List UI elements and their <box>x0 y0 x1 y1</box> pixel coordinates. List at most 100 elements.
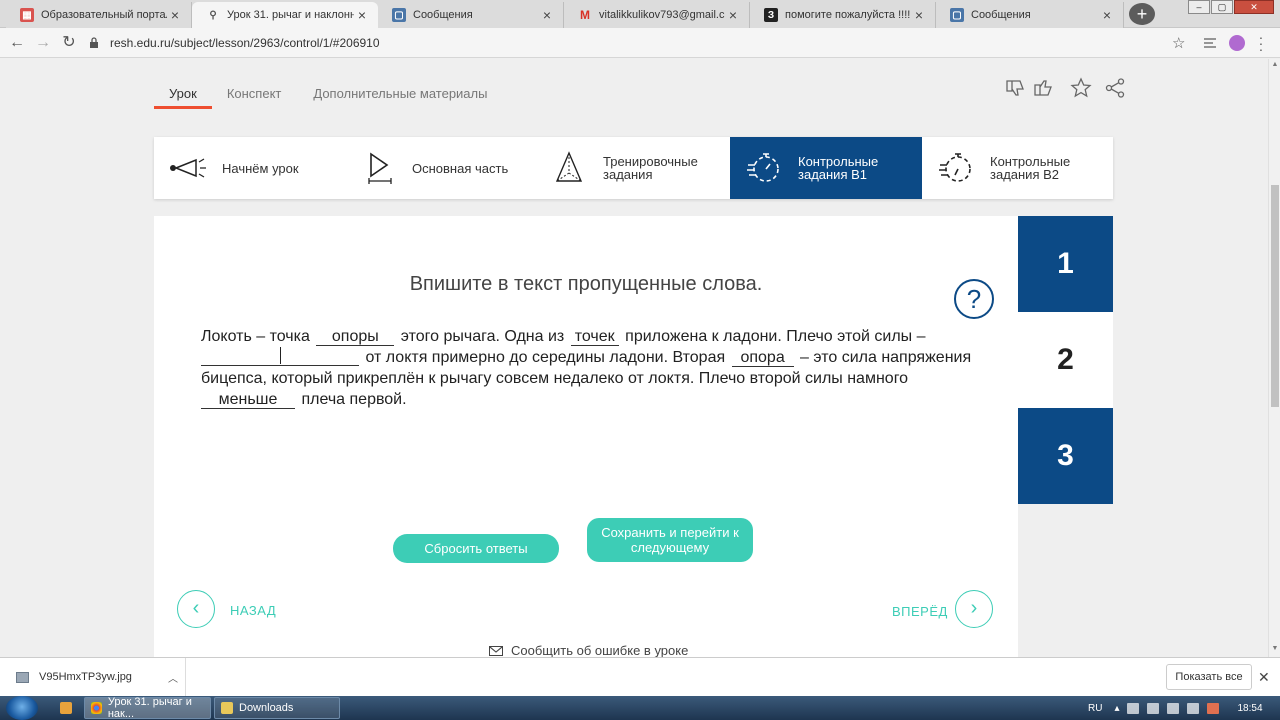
lesson-tabs: Урок Конспект Дополнительные материалы <box>154 84 519 109</box>
help-button[interactable]: ? <box>954 279 994 319</box>
section-label: Тренировочные задания <box>603 154 698 182</box>
text-segment: этого рычага. Одна из <box>400 328 565 345</box>
scroll-up-icon[interactable]: ▲ <box>1270 61 1280 68</box>
answer-field-4[interactable]: опора <box>731 348 794 367</box>
browser-tab-title: Урок 31. рычаг и наклонная п <box>227 9 354 21</box>
clock[interactable]: 18:54 <box>1237 703 1262 714</box>
browser-tab-1[interactable]: ▦ Образовательный портал на б × <box>6 2 192 28</box>
question-number-2[interactable]: 2 <box>1018 312 1113 408</box>
media-icon <box>60 702 72 714</box>
taskbar-app-label: Downloads <box>239 702 294 714</box>
media-player-icon[interactable] <box>56 697 78 719</box>
answer-field-3[interactable] <box>201 347 359 366</box>
forward-link[interactable]: ВПЕРЁД <box>892 604 948 619</box>
download-bar: V95HmxTP3yw.jpg ︿ Показать все ✕ <box>0 657 1280 696</box>
section-control-b2[interactable]: Контрольные задания В2 <box>922 137 1113 199</box>
section-nav: Начнём урок Основная часть Тренировочные… <box>154 137 1113 199</box>
report-error-link[interactable]: Сообщить об ошибке в уроке <box>489 643 688 657</box>
taskbar-app-downloads[interactable]: Downloads <box>214 697 340 719</box>
reload-icon[interactable]: ↻ <box>60 34 78 52</box>
flag-icon[interactable] <box>1147 702 1160 714</box>
close-icon[interactable]: × <box>354 7 370 23</box>
back-circle-icon[interactable]: ‹ <box>177 590 215 628</box>
folder-icon <box>221 702 233 714</box>
section-label: Контрольные задания В1 <box>798 154 879 182</box>
stopwatch-icon <box>936 151 976 185</box>
text-segment: плеча первой. <box>301 391 407 408</box>
reset-answers-button[interactable]: Сбросить ответы <box>393 534 559 563</box>
back-link[interactable]: НАЗАД <box>230 603 276 618</box>
pyramid-icon <box>549 151 589 185</box>
language-indicator[interactable]: RU <box>1088 703 1102 714</box>
forward-circle-icon[interactable]: › <box>955 590 993 628</box>
znanija-icon: З <box>764 8 778 22</box>
scroll-thumb[interactable] <box>1271 185 1279 407</box>
section-training[interactable]: Тренировочные задания <box>535 137 730 199</box>
stopwatch-icon <box>744 151 784 185</box>
browser-tab-title: Образовательный портал на б <box>41 9 167 21</box>
scroll-down-icon[interactable]: ▼ <box>1270 645 1280 652</box>
window-close-button[interactable]: ✕ <box>1234 0 1274 14</box>
library-icon: ▦ <box>20 8 34 22</box>
share-icon[interactable] <box>1102 75 1128 101</box>
lesson-actions <box>1002 75 1128 101</box>
favorite-star-icon[interactable] <box>1068 75 1094 101</box>
page-scrollbar[interactable]: ▲ ▼ <box>1268 59 1280 657</box>
browser-menu-icon[interactable]: · · · <box>1256 30 1266 56</box>
vk-icon: ▢ <box>950 8 964 22</box>
like-icon[interactable] <box>1030 75 1056 101</box>
save-next-button[interactable]: Сохранить и перейти к следующему <box>587 518 753 562</box>
chevron-up-icon[interactable]: ︿ <box>168 670 178 685</box>
browser-tab-5[interactable]: З помогите пожалуйста !!!!!! - Ш × <box>750 2 936 28</box>
back-arrow-icon[interactable]: ← <box>8 34 26 52</box>
dislike-icon[interactable] <box>1002 75 1028 101</box>
close-icon[interactable]: × <box>1099 7 1115 23</box>
browser-tab-4[interactable]: M vitalikkulikov793@gmail.com, з × <box>564 2 750 28</box>
question-number-3[interactable]: 3 <box>1018 408 1113 504</box>
section-label: Контрольные задания В2 <box>990 154 1071 182</box>
text-segment: приложена к ладони. Плечо этой силы – <box>625 328 926 345</box>
url-path: /subject/lesson/2963/control/1/#206910 <box>170 36 380 50</box>
section-control-b1[interactable]: Контрольные задания В1 <box>730 137 922 199</box>
browser-tab-3[interactable]: ▢ Сообщения × <box>378 2 564 28</box>
profile-avatar[interactable] <box>1229 35 1245 51</box>
download-item[interactable]: V95HmxTP3yw.jpg ︿ <box>0 658 186 696</box>
show-all-button[interactable]: Показать все <box>1166 664 1252 690</box>
text-segment: Локоть – точка <box>201 328 310 345</box>
browser-toolbar: ← → ↻ resh.edu.ru/subject/lesson/2963/co… <box>0 28 1280 58</box>
close-icon[interactable]: ✕ <box>1258 669 1270 686</box>
close-icon[interactable]: × <box>911 7 927 23</box>
close-icon[interactable]: × <box>167 7 183 23</box>
browser-tab-2[interactable]: ⚲ Урок 31. рычаг и наклонная п × <box>192 2 378 28</box>
section-start[interactable]: Начнём урок <box>154 137 344 199</box>
chrome-icon <box>91 702 102 714</box>
answer-field-2[interactable]: точек <box>570 327 619 346</box>
network-icon[interactable] <box>1127 702 1140 714</box>
os-taskbar: Урок 31. рычаг и нак... Downloads RU ▴ 1… <box>0 696 1280 720</box>
browser-tab-6[interactable]: ▢ Сообщения × <box>936 2 1124 28</box>
answer-field-1[interactable]: опоры <box>316 327 395 346</box>
tray-expand-icon[interactable]: ▴ <box>1114 703 1119 714</box>
volume-icon[interactable] <box>1207 702 1220 714</box>
tab-summary[interactable]: Конспект <box>227 84 282 108</box>
tab-extra-materials[interactable]: Дополнительные материалы <box>313 84 487 108</box>
taskbar-app-label: Урок 31. рычаг и нак... <box>107 696 192 720</box>
answer-field-5[interactable]: меньше <box>201 390 295 409</box>
section-main[interactable]: Основная часть <box>344 137 535 199</box>
bookmark-star-icon[interactable]: ☆ <box>1172 34 1185 52</box>
text-segment: от локтя примерно до середины ладони. Вт… <box>365 349 726 366</box>
monitor-icon[interactable] <box>1187 702 1200 714</box>
close-icon[interactable]: × <box>725 7 741 23</box>
new-tab-button[interactable]: + <box>1129 3 1155 25</box>
address-bar[interactable]: resh.edu.ru/subject/lesson/2963/control/… <box>88 32 1192 54</box>
maximize-button[interactable]: ▢ <box>1211 0 1233 14</box>
minimize-button[interactable]: – <box>1188 0 1210 14</box>
start-button[interactable] <box>6 696 38 720</box>
reading-list-icon[interactable] <box>1202 35 1218 51</box>
question-number-1[interactable]: 1 <box>1018 216 1113 312</box>
tray-app-icon[interactable] <box>1167 702 1180 714</box>
close-icon[interactable]: × <box>539 7 555 23</box>
taskbar-app-chrome[interactable]: Урок 31. рычаг и нак... <box>84 696 211 720</box>
tab-lesson[interactable]: Урок <box>154 84 212 109</box>
forward-arrow-icon[interactable]: → <box>34 34 52 52</box>
